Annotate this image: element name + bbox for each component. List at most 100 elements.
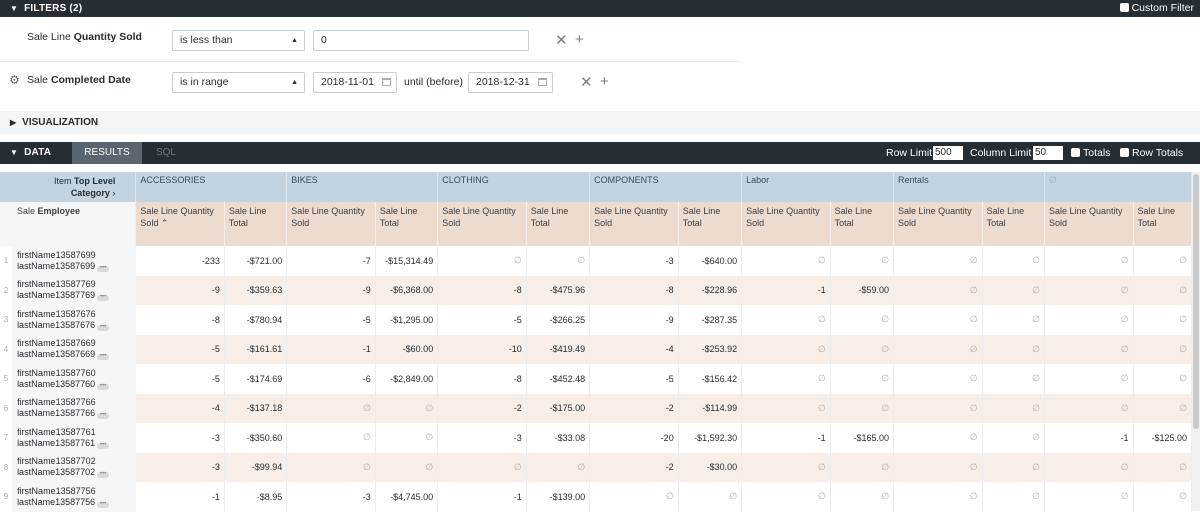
null-cell[interactable]: ∅ bbox=[741, 393, 831, 423]
null-cell[interactable]: ∅ bbox=[982, 305, 1045, 335]
visualization-toggle[interactable]: ▶ VISUALIZATION bbox=[10, 111, 98, 134]
measure-header-total[interactable]: Sale Line Total bbox=[375, 202, 439, 246]
total-cell[interactable]: -$30.00 bbox=[678, 452, 743, 482]
employee-cell[interactable]: firstName13587669 lastName13587669 ••• bbox=[12, 334, 136, 364]
total-cell[interactable]: -$2,849.00 bbox=[375, 364, 439, 394]
null-cell[interactable]: ∅ bbox=[893, 423, 983, 453]
total-cell[interactable]: -$15,314.49 bbox=[375, 246, 439, 276]
total-cell[interactable]: -$6,368.00 bbox=[375, 275, 439, 305]
pivot-label[interactable]: Item Top Level Category › bbox=[0, 172, 137, 202]
total-cell[interactable]: -$4,745.00 bbox=[375, 482, 439, 512]
employee-cell[interactable]: firstName13587702 lastName13587702 ••• bbox=[12, 452, 136, 482]
sort-ascending-icon[interactable]: ⌃ bbox=[158, 218, 169, 228]
quantity-cell[interactable]: -3 bbox=[437, 423, 527, 453]
measure-header-total[interactable]: Sale Line Total bbox=[830, 202, 895, 246]
null-cell[interactable]: ∅ bbox=[526, 452, 591, 482]
quantity-cell[interactable]: -8 bbox=[437, 364, 527, 394]
quantity-cell[interactable]: -3 bbox=[589, 246, 679, 276]
null-cell[interactable]: ∅ bbox=[1133, 364, 1193, 394]
measure-header-total[interactable]: Sale Line Total bbox=[1133, 202, 1193, 246]
pivot-category[interactable]: ACCESSORIES bbox=[135, 172, 288, 202]
pivot-category[interactable]: CLOTHING bbox=[437, 172, 591, 202]
total-cell[interactable]: -$8.95 bbox=[224, 482, 288, 512]
column-limit-input[interactable]: 50 bbox=[1033, 146, 1063, 160]
null-cell[interactable]: ∅ bbox=[893, 393, 983, 423]
quantity-cell[interactable]: -2 bbox=[437, 393, 527, 423]
quantity-cell[interactable]: -9 bbox=[135, 275, 225, 305]
measure-header-total[interactable]: Sale Line Total bbox=[678, 202, 743, 246]
null-cell[interactable]: ∅ bbox=[1133, 275, 1193, 305]
total-cell[interactable]: -$165.00 bbox=[830, 423, 895, 453]
quantity-cell[interactable]: -3 bbox=[135, 452, 225, 482]
null-cell[interactable]: ∅ bbox=[982, 423, 1045, 453]
pivot-category[interactable]: BIKES bbox=[286, 172, 439, 202]
total-cell[interactable]: -$350.60 bbox=[224, 423, 288, 453]
null-cell[interactable]: ∅ bbox=[1044, 275, 1134, 305]
quantity-cell[interactable]: -1 bbox=[135, 482, 225, 512]
total-cell[interactable]: -$452.48 bbox=[526, 364, 591, 394]
quantity-cell[interactable]: -1 bbox=[741, 275, 831, 305]
date-to-input[interactable]: 2018-12-31 bbox=[468, 72, 553, 93]
total-cell[interactable]: -$475.96 bbox=[526, 275, 591, 305]
gear-icon[interactable]: ⚙ bbox=[9, 73, 20, 87]
totals-toggle[interactable]: Totals bbox=[1071, 142, 1110, 164]
null-cell[interactable]: ∅ bbox=[893, 334, 983, 364]
measure-header-quantity[interactable]: Sale Line Quantity Sold bbox=[286, 202, 376, 246]
employee-cell[interactable]: firstName13587760 lastName13587760 ••• bbox=[12, 364, 136, 394]
null-cell[interactable]: ∅ bbox=[375, 393, 439, 423]
total-cell[interactable]: -$125.00 bbox=[1133, 423, 1193, 453]
more-options-icon[interactable]: ••• bbox=[97, 412, 110, 420]
total-cell[interactable]: -$174.69 bbox=[224, 364, 288, 394]
quantity-cell[interactable]: -3 bbox=[135, 423, 225, 453]
null-cell[interactable]: ∅ bbox=[437, 246, 527, 276]
quantity-cell[interactable]: -20 bbox=[589, 423, 679, 453]
total-cell[interactable]: -$1,295.00 bbox=[375, 305, 439, 335]
null-cell[interactable]: ∅ bbox=[741, 364, 831, 394]
total-cell[interactable]: -$253.92 bbox=[678, 334, 743, 364]
total-cell[interactable]: -$266.25 bbox=[526, 305, 591, 335]
more-options-icon[interactable]: ••• bbox=[97, 501, 110, 508]
measure-header-quantity[interactable]: Sale Line Quantity Sold bbox=[893, 202, 983, 246]
null-cell[interactable]: ∅ bbox=[1044, 393, 1134, 423]
total-cell[interactable]: -$137.18 bbox=[224, 393, 288, 423]
null-cell[interactable]: ∅ bbox=[982, 246, 1045, 276]
tab-sql[interactable]: SQL bbox=[146, 142, 186, 164]
total-cell[interactable]: -$33.08 bbox=[526, 423, 591, 453]
null-cell[interactable]: ∅ bbox=[893, 246, 983, 276]
null-cell[interactable]: ∅ bbox=[1133, 452, 1193, 482]
quantity-cell[interactable]: -1 bbox=[1044, 423, 1134, 453]
employee-cell[interactable]: firstName13587766 lastName13587766 ••• bbox=[12, 393, 136, 423]
quantity-cell[interactable]: -5 bbox=[589, 364, 679, 394]
total-cell[interactable]: -$640.00 bbox=[678, 246, 743, 276]
total-cell[interactable]: -$359.63 bbox=[224, 275, 288, 305]
measure-header-quantity[interactable]: Sale Line Quantity Sold bbox=[437, 202, 527, 246]
null-cell[interactable]: ∅ bbox=[741, 452, 831, 482]
null-cell[interactable]: ∅ bbox=[1133, 393, 1193, 423]
more-options-icon[interactable]: ••• bbox=[97, 324, 110, 331]
null-cell[interactable]: ∅ bbox=[893, 364, 983, 394]
more-options-icon[interactable]: ••• bbox=[97, 294, 110, 302]
null-cell[interactable]: ∅ bbox=[741, 305, 831, 335]
employee-cell[interactable]: firstName13587699 lastName13587699 ••• bbox=[12, 246, 136, 276]
total-cell[interactable]: -$721.00 bbox=[224, 246, 288, 276]
total-cell[interactable]: -$287.35 bbox=[678, 305, 743, 335]
quantity-cell[interactable]: -10 bbox=[437, 334, 527, 364]
null-cell[interactable]: ∅ bbox=[1044, 452, 1134, 482]
quantity-cell[interactable]: -8 bbox=[437, 275, 527, 305]
filters-toggle[interactable]: ▼ FILTERS (2) bbox=[10, 0, 82, 17]
totals-checkbox[interactable] bbox=[1071, 148, 1080, 157]
measure-header-quantity[interactable]: Sale Line Quantity Sold bbox=[1044, 202, 1134, 246]
quantity-cell[interactable]: -2 bbox=[589, 452, 679, 482]
pivot-category[interactable]: Labor bbox=[741, 172, 895, 202]
null-cell[interactable]: ∅ bbox=[741, 334, 831, 364]
null-cell[interactable]: ∅ bbox=[830, 246, 895, 276]
measure-header-quantity[interactable]: Sale Line Quantity Sold ⌃ bbox=[135, 202, 225, 246]
null-cell[interactable]: ∅ bbox=[1044, 305, 1134, 335]
total-cell[interactable]: -$419.49 bbox=[526, 334, 591, 364]
row-totals-checkbox[interactable] bbox=[1120, 148, 1129, 157]
quantity-cell[interactable]: -5 bbox=[135, 364, 225, 394]
custom-filter-checkbox[interactable] bbox=[1119, 3, 1129, 12]
null-cell[interactable]: ∅ bbox=[830, 334, 895, 364]
null-cell[interactable]: ∅ bbox=[1133, 334, 1193, 364]
employee-cell[interactable]: firstName13587761 lastName13587761 ••• bbox=[12, 423, 136, 453]
